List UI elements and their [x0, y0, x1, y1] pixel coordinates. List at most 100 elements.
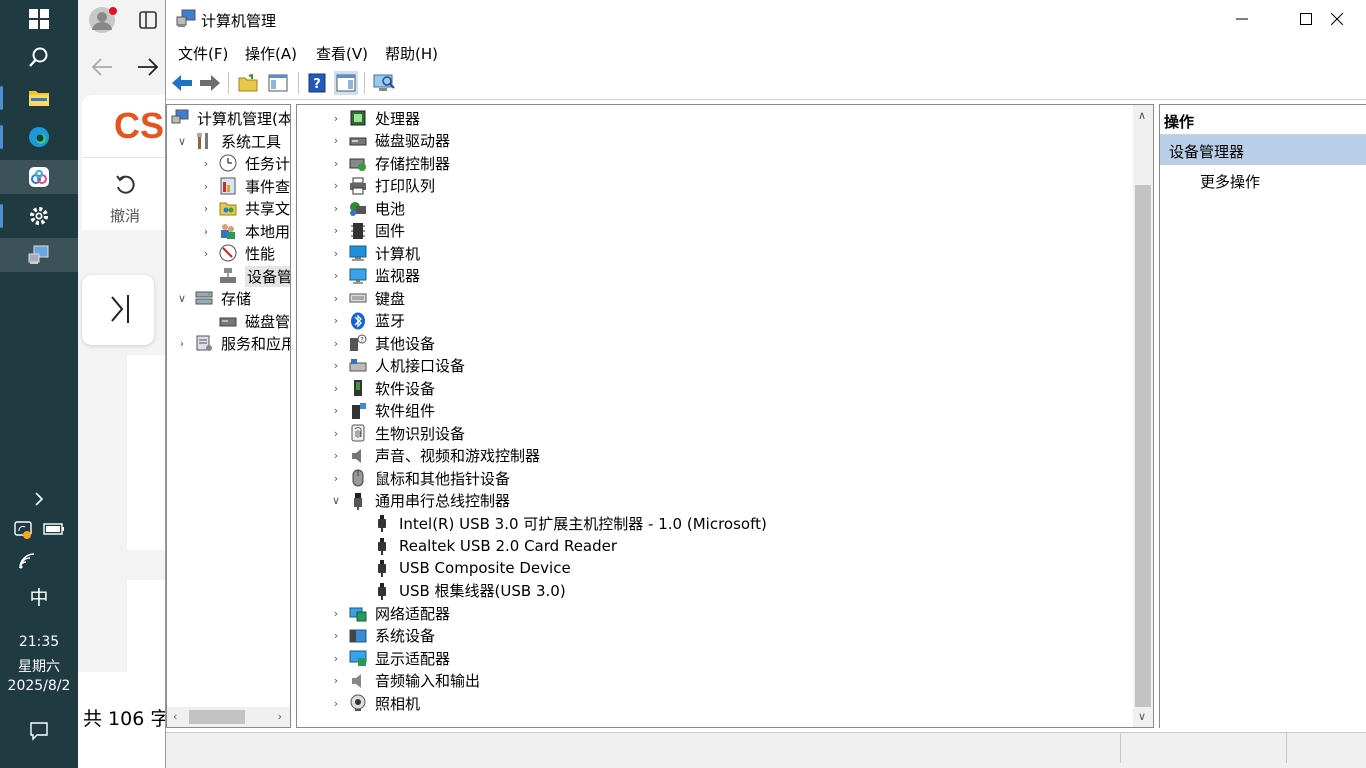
tree-item-storage[interactable]: ∨ 存储	[175, 287, 251, 309]
chevron-right-icon[interactable]: ›	[329, 242, 343, 264]
device-category[interactable]: › 电池	[329, 197, 405, 219]
forward-arrow-icon[interactable]	[136, 56, 160, 78]
more-actions-link[interactable]: 更多操作	[1200, 171, 1260, 192]
device-category[interactable]: › 鼠标和其他指针设备	[329, 467, 510, 489]
tray-icons[interactable]	[0, 512, 78, 546]
device-category[interactable]: › 软件组件	[329, 400, 435, 422]
clock-date[interactable]: 2025/8/2	[0, 678, 78, 694]
network-button[interactable]	[0, 544, 78, 578]
back-arrow-icon[interactable]	[90, 56, 114, 78]
device-category[interactable]: › 处理器	[329, 107, 420, 129]
device-category[interactable]: › 显示适配器	[329, 647, 450, 669]
tree-item-event-viewer[interactable]: › 事件查	[199, 175, 290, 197]
device-category[interactable]: › 音频输入和输出	[329, 670, 480, 692]
taskbar-file-explorer[interactable]	[0, 81, 78, 115]
device-category[interactable]: › 网络适配器	[329, 602, 450, 624]
show-hide-console-tree-button[interactable]	[266, 71, 290, 95]
menu-file[interactable]: 文件(F)	[178, 43, 228, 64]
chevron-right-icon[interactable]: ›	[329, 355, 343, 377]
tab-actions-icon[interactable]	[138, 10, 158, 30]
device-category[interactable]: › 蓝牙	[329, 310, 405, 332]
device-category[interactable]: › 系统设备	[329, 625, 435, 647]
scroll-down-icon[interactable]: ∨	[1138, 710, 1146, 723]
notifications-button[interactable]	[0, 714, 78, 748]
usb-device-item[interactable]: Realtek USB 2.0 Card Reader	[373, 535, 617, 557]
scroll-up-icon[interactable]: ∧	[1138, 109, 1146, 122]
taskbar-app[interactable]	[0, 160, 78, 194]
chevron-right-icon[interactable]: ›	[175, 332, 189, 354]
chevron-right-icon[interactable]: ›	[329, 400, 343, 422]
horizontal-scrollbar[interactable]: ‹ ›	[167, 707, 290, 727]
scrollbar-thumb[interactable]	[189, 710, 245, 724]
input-method-indicator[interactable]: 中	[0, 583, 78, 610]
usb-device-item[interactable]: Intel(R) USB 3.0 可扩展主机控制器 - 1.0 (Microso…	[373, 512, 767, 534]
menu-action[interactable]: 操作(A)	[245, 43, 297, 64]
device-category[interactable]: ∨ 通用串行总线控制器	[329, 490, 510, 512]
menu-view[interactable]: 查看(V)	[316, 43, 368, 64]
scan-hardware-button[interactable]	[372, 71, 396, 95]
chevron-down-icon[interactable]: ∨	[175, 287, 189, 309]
chevron-right-icon[interactable]: ›	[329, 107, 343, 129]
device-category[interactable]: › 人机接口设备	[329, 355, 465, 377]
device-category[interactable]: › 计算机	[329, 242, 420, 264]
tree-item-services-apps[interactable]: › 服务和应用	[175, 332, 290, 354]
tree-item-disk-management[interactable]: 磁盘管	[213, 310, 290, 332]
device-category[interactable]: › 声音、视频和游戏控制器	[329, 445, 540, 467]
tree-item-task-scheduler[interactable]: › 任务计	[199, 152, 290, 174]
title-bar[interactable]: 计算机管理	[166, 0, 1366, 38]
device-category[interactable]: › 磁盘驱动器	[329, 130, 450, 152]
chevron-right-icon[interactable]: ›	[329, 625, 343, 647]
undo-icon[interactable]	[114, 173, 138, 197]
chevron-right-icon[interactable]: ›	[329, 310, 343, 332]
start-button[interactable]	[0, 2, 78, 36]
chevron-right-icon[interactable]: ›	[329, 197, 343, 219]
chevron-right-icon[interactable]: ›	[329, 467, 343, 489]
device-category[interactable]: ›? 其他设备	[329, 332, 435, 354]
chevron-right-icon[interactable]: ›	[199, 175, 213, 197]
show-action-pane-button[interactable]	[334, 71, 358, 95]
chevron-right-icon[interactable]: ›	[329, 602, 343, 624]
search-button[interactable]	[0, 40, 78, 74]
vertical-scrollbar[interactable]: ∧ ∨	[1133, 105, 1153, 727]
device-category[interactable]: › 固件	[329, 220, 405, 242]
help-button[interactable]: ?	[305, 71, 329, 95]
sidebar-toggle-card[interactable]	[82, 275, 154, 345]
chevron-right-icon[interactable]: ›	[329, 445, 343, 467]
chevron-right-icon[interactable]: ›	[199, 242, 213, 264]
usb-device-item[interactable]: USB Composite Device	[373, 557, 571, 579]
tree-item-shared-folders[interactable]: › 共享文	[199, 197, 290, 219]
back-button[interactable]	[170, 71, 194, 95]
taskbar-settings[interactable]	[0, 199, 78, 233]
device-category[interactable]: › 照相机	[329, 692, 420, 714]
close-button[interactable]	[1307, 0, 1366, 38]
chevron-down-icon[interactable]: ∨	[329, 490, 343, 512]
chevron-right-icon[interactable]: ›	[199, 197, 213, 219]
chevron-right-icon[interactable]: ›	[329, 422, 343, 444]
chevron-right-icon[interactable]: ›	[199, 220, 213, 242]
device-category[interactable]: › 存储控制器	[329, 152, 450, 174]
minimize-button[interactable]	[1212, 0, 1272, 38]
device-category[interactable]: › 键盘	[329, 287, 405, 309]
usb-device-item[interactable]: USB 根集线器(USB 3.0)	[373, 580, 566, 602]
chevron-right-icon[interactable]: ›	[329, 647, 343, 669]
show-hidden-icons-button[interactable]	[0, 482, 78, 516]
device-category[interactable]: › 生物识别设备	[329, 422, 465, 444]
tree-item-local-users[interactable]: › 本地用	[199, 220, 290, 242]
up-level-button[interactable]	[236, 71, 260, 95]
tree-item-performance[interactable]: › 性能	[199, 242, 275, 264]
menu-help[interactable]: 帮助(H)	[385, 43, 438, 64]
chevron-right-icon[interactable]: ›	[329, 287, 343, 309]
action-device-manager[interactable]: 设备管理器	[1160, 135, 1366, 165]
profile-avatar-icon[interactable]	[88, 6, 118, 36]
chevron-right-icon[interactable]: ›	[329, 175, 343, 197]
clock-weekday[interactable]: 星期六	[0, 656, 78, 676]
chevron-right-icon[interactable]: ›	[329, 377, 343, 399]
tree-item-system-tools[interactable]: ∨ 系统工具	[175, 130, 281, 152]
chevron-down-icon[interactable]: ∨	[175, 130, 189, 152]
scroll-right-icon[interactable]: ›	[278, 710, 282, 723]
chevron-right-icon[interactable]: ›	[329, 152, 343, 174]
chevron-right-icon[interactable]: ›	[329, 670, 343, 692]
forward-button[interactable]	[198, 71, 222, 95]
tree-item-device-manager[interactable]: 设备管	[213, 265, 290, 287]
tree-root[interactable]: 计算机管理(本	[171, 107, 290, 129]
